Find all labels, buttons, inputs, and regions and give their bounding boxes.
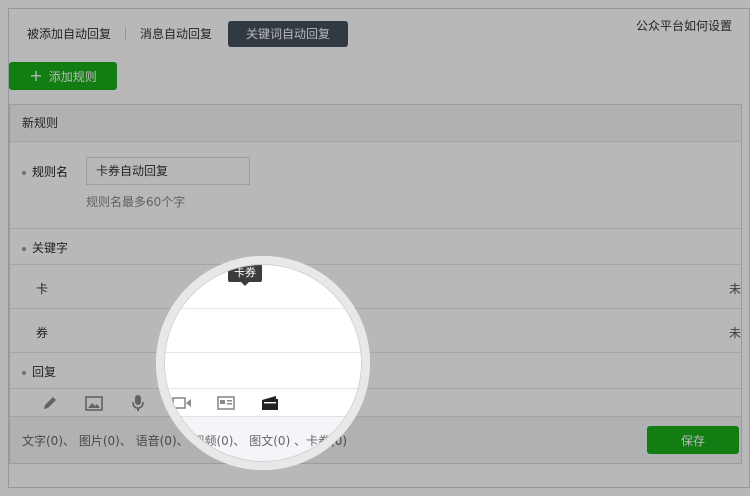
bullet-dot [22, 170, 26, 175]
card-coupon-icon[interactable] [260, 393, 280, 413]
video-icon[interactable] [172, 393, 192, 413]
save-button[interactable]: 保存 [647, 426, 739, 454]
microphone-icon[interactable] [128, 393, 148, 413]
panel-footer: 文字(0)、 图片(0)、 语音(0)、 视频(0)、 图文(0) 、卡券(0)… [10, 416, 741, 463]
pencil-icon[interactable] [40, 393, 60, 413]
keyword-label: 关键字 [32, 241, 69, 255]
keyword-section: 关键字 [22, 239, 68, 256]
plus-icon: + [29, 66, 43, 85]
bullet-dot [22, 246, 26, 251]
news-icon[interactable] [216, 393, 236, 413]
keyword-item[interactable]: 卡 [36, 280, 48, 297]
panel-title: 新规则 [10, 105, 741, 142]
keyword-item[interactable]: 券 [36, 324, 48, 341]
add-rule-button[interactable]: + 添加规则 [9, 62, 117, 90]
divider [10, 388, 741, 389]
divider [10, 308, 741, 309]
help-link[interactable]: 公众平台如何设置 [636, 17, 732, 34]
tab-keyword-auto-reply[interactable]: 关键词自动回复 [228, 21, 349, 47]
reply-toolbar [40, 391, 280, 415]
rule-name-label-wrap: 规则名 [22, 163, 68, 180]
image-icon[interactable] [84, 393, 104, 413]
rule-name-input[interactable]: 卡券自动回复 [86, 157, 250, 185]
tab-added-auto-reply[interactable]: 被添加自动回复 [17, 21, 121, 47]
reply-label: 回复 [32, 365, 57, 379]
add-rule-label: 添加规则 [48, 69, 97, 84]
divider [10, 264, 741, 265]
reply-tabs: 被添加自动回复 消息自动回复 关键词自动回复 [17, 17, 349, 51]
divider [10, 352, 741, 353]
tab-message-auto-reply[interactable]: 消息自动回复 [130, 21, 222, 47]
reply-stats: 文字(0)、 图片(0)、 语音(0)、 视频(0)、 图文(0) 、卡券(0) [22, 434, 348, 448]
bullet-dot [22, 370, 26, 375]
rule-name-label: 规则名 [32, 165, 69, 179]
keyword-match-mark: 未 [728, 282, 741, 296]
rule-panel: 新规则 规则名 卡券自动回复 规则名最多60个字 关键字 卡 未 券 未 回复 [9, 104, 742, 464]
keyword-match-mark: 未 [728, 326, 741, 340]
divider [10, 228, 741, 229]
card-coupon-tooltip: 卡券 [228, 262, 262, 286]
tab-separator [125, 27, 127, 41]
rule-name-hint: 规则名最多60个字 [86, 195, 186, 209]
reply-section: 回复 [22, 363, 56, 380]
